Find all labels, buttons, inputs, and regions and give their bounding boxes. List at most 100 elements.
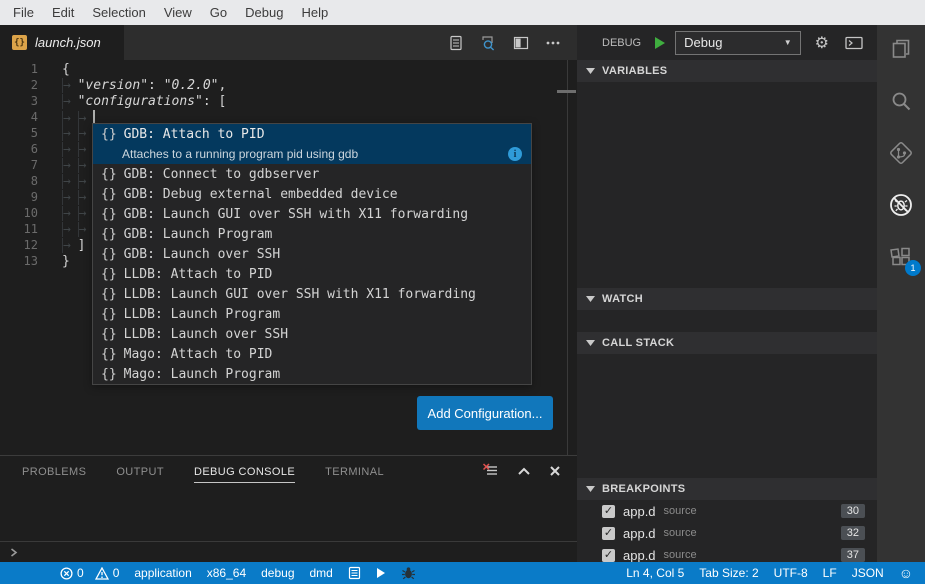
tab-whitespace-icon: → (78, 174, 94, 189)
suggest-item[interactable]: {}GDB: Launch over SSH (93, 244, 531, 264)
error-count: 0 (77, 566, 84, 580)
section-watch[interactable]: WATCH (577, 288, 877, 310)
suggest-item[interactable]: {}GDB: Connect to gdbserver (93, 164, 531, 184)
clear-console-icon[interactable] (482, 463, 499, 484)
panel-tab-problems[interactable]: PROBLEMS (22, 463, 86, 483)
suggest-item[interactable]: {}Mago: Launch Program (93, 364, 531, 384)
split-editor-icon[interactable] (513, 35, 529, 51)
breakpoint-checkbox[interactable]: ✓ (602, 505, 615, 518)
line-number: 11 (0, 222, 46, 238)
panel-tab-output[interactable]: OUTPUT (116, 463, 164, 483)
breakpoint-row[interactable]: ✓app.dsource32 (577, 522, 877, 544)
json-file-icon: {} (12, 35, 27, 50)
line-number: 10 (0, 206, 46, 222)
search-editor-icon[interactable] (480, 35, 497, 51)
more-actions-icon[interactable] (545, 35, 561, 51)
status-segments: application x86_64 debug dmd (134, 566, 332, 580)
menu-file[interactable]: File (4, 0, 43, 25)
status-segment-dmd[interactable]: dmd (310, 566, 333, 580)
code-line: 1{ (0, 62, 577, 78)
panel-tabs: PROBLEMS OUTPUT DEBUG CONSOLE TERMINAL (22, 463, 384, 483)
section-call-stack[interactable]: CALL STACK (577, 332, 877, 354)
menu-edit[interactable]: Edit (43, 0, 83, 25)
snippet-braces-icon: {} (101, 267, 117, 282)
code-text: →→ (62, 222, 93, 238)
panel-tab-debug-console[interactable]: DEBUG CONSOLE (194, 463, 295, 483)
section-breakpoints[interactable]: BREAKPOINTS (577, 478, 877, 500)
activity-source-control-icon[interactable] (888, 140, 914, 166)
close-panel-icon[interactable] (549, 464, 561, 482)
section-variables[interactable]: VARIABLES (577, 60, 877, 82)
maximize-panel-icon[interactable] (517, 464, 531, 482)
suggest-item[interactable]: {}LLDB: Launch Program (93, 304, 531, 324)
debug-bug-icon[interactable] (401, 566, 416, 580)
language-mode[interactable]: JSON (852, 566, 884, 580)
panel-tab-terminal[interactable]: TERMINAL (325, 463, 384, 483)
problems-indicator[interactable]: 0 0 (60, 566, 119, 580)
suggest-item[interactable]: {}GDB: Debug external embedded device (93, 184, 531, 204)
code-token: { (62, 62, 70, 77)
open-preview-icon[interactable] (448, 35, 464, 51)
debug-console-toggle-icon[interactable] (845, 36, 863, 50)
code-line: 3→"configurations": [ (0, 94, 577, 110)
suggest-item[interactable]: {}GDB: Launch GUI over SSH with X11 forw… (93, 204, 531, 224)
code-editor[interactable]: 1{2→"version": "0.2.0",3→"configurations… (0, 60, 577, 455)
menu-go[interactable]: Go (201, 0, 236, 25)
breakpoint-row[interactable]: ✓app.dsource37 (577, 544, 877, 562)
suggest-item[interactable]: {}LLDB: Launch over SSH (93, 324, 531, 344)
snippet-braces-icon: {} (101, 187, 117, 202)
project-file-icon[interactable] (348, 566, 361, 580)
suggest-item[interactable]: {}LLDB: Attach to PID (93, 264, 531, 284)
line-number: 3 (0, 94, 46, 110)
suggest-item-detail: Attaches to a running program pid using … (93, 144, 531, 164)
snippet-braces-icon: {} (101, 227, 117, 242)
tab-size[interactable]: Tab Size: 2 (699, 566, 758, 580)
configure-gear-icon[interactable]: ⚙ (815, 33, 829, 53)
debug-configuration-select[interactable]: Debug ▼ (675, 31, 801, 55)
debug-console-input[interactable] (0, 541, 577, 562)
suggest-item[interactable]: {}GDB: Launch Program (93, 224, 531, 244)
suggest-label: GDB: Attach to PID (124, 127, 265, 142)
cursor-position[interactable]: Ln 4, Col 5 (626, 566, 684, 580)
status-segment-x86_64[interactable]: x86_64 (207, 566, 246, 580)
encoding[interactable]: UTF-8 (774, 566, 808, 580)
breakpoint-checkbox[interactable]: ✓ (602, 549, 615, 562)
feedback-smiley-icon[interactable]: ☺ (899, 566, 913, 580)
status-segment-debug[interactable]: debug (261, 566, 294, 580)
tab-launch-json[interactable]: {} launch.json (0, 25, 124, 60)
code-text: →→ (62, 190, 93, 206)
activity-search-icon[interactable] (888, 88, 914, 114)
menu-view[interactable]: View (155, 0, 201, 25)
suggest-item[interactable]: {}Mago: Attach to PID (93, 344, 531, 364)
run-build-icon[interactable] (376, 567, 386, 579)
menu-selection[interactable]: Selection (83, 0, 154, 25)
suggest-item[interactable]: {}LLDB: Launch GUI over SSH with X11 for… (93, 284, 531, 304)
activity-extensions-icon[interactable]: 1 (888, 244, 914, 270)
eol[interactable]: LF (823, 566, 837, 580)
add-configuration-button[interactable]: Add Configuration... (417, 396, 553, 430)
breakpoint-file: app.d (623, 548, 656, 563)
line-number: 8 (0, 174, 46, 190)
start-debugging-icon[interactable] (653, 36, 666, 50)
tab-whitespace-icon: → (62, 94, 78, 109)
suggest-label: LLDB: Launch GUI over SSH with X11 forwa… (124, 287, 476, 302)
bottom-panel: PROBLEMS OUTPUT DEBUG CONSOLE TERMINAL (0, 455, 577, 562)
debug-sidebar: DEBUG Debug ▼ ⚙ VARIABLES (577, 25, 877, 562)
tab-whitespace-icon: → (78, 206, 94, 221)
menu-debug[interactable]: Debug (236, 0, 292, 25)
code-token: : (148, 78, 164, 93)
suggest-label: Mago: Launch Program (124, 367, 281, 382)
activity-bar: 1 (877, 25, 925, 562)
info-icon[interactable]: i (508, 147, 522, 161)
status-segment-application[interactable]: application (134, 566, 191, 580)
code-token: , (219, 78, 227, 93)
activity-explorer-icon[interactable] (888, 36, 914, 62)
breakpoint-checkbox[interactable]: ✓ (602, 527, 615, 540)
breakpoint-row[interactable]: ✓app.dsource30 (577, 500, 877, 522)
line-number: 4 (0, 110, 46, 126)
activity-debug-icon[interactable] (888, 192, 914, 218)
menu-help[interactable]: Help (292, 0, 337, 25)
tab-whitespace-icon: → (78, 126, 94, 141)
debug-console-output (0, 490, 577, 541)
suggest-item[interactable]: {}GDB: Attach to PID (93, 124, 531, 144)
